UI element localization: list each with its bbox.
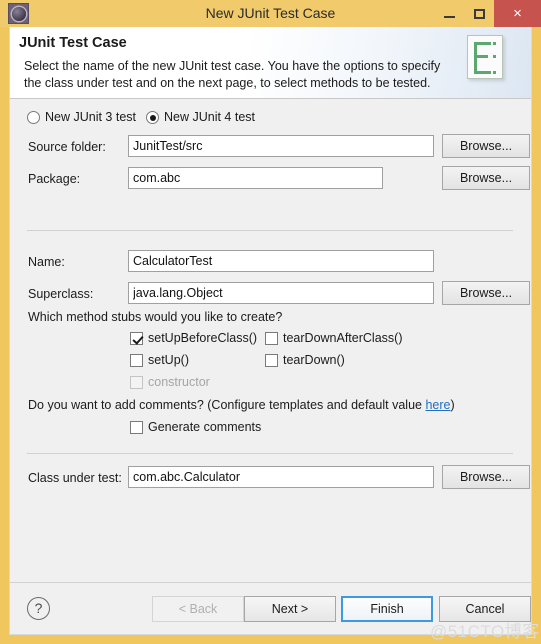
package-browse-button[interactable]: Browse... — [442, 166, 530, 190]
minimize-button[interactable] — [434, 0, 464, 27]
source-folder-browse-button[interactable]: Browse... — [442, 134, 530, 158]
radio-junit4-label: New JUnit 4 test — [164, 110, 256, 124]
source-folder-input[interactable] — [128, 135, 434, 157]
help-icon[interactable]: ? — [27, 597, 50, 620]
checkbox-teardown-label: tearDown() — [283, 353, 345, 367]
package-input[interactable] — [128, 167, 383, 189]
cancel-button[interactable]: Cancel — [439, 596, 531, 622]
dialog-window: New JUnit Test Case × JUnit Test Case Se… — [0, 0, 541, 644]
checkbox-generate-comments-label: Generate comments — [148, 420, 262, 434]
minimize-icon — [443, 15, 455, 18]
class-under-test-browse-button[interactable]: Browse... — [442, 465, 530, 489]
comments-prompt-tail: ) — [450, 398, 455, 412]
dialog-content: New JUnit 3 test New JUnit 4 test Source… — [10, 99, 531, 582]
class-under-test-input[interactable] — [128, 466, 434, 488]
next-button[interactable]: Next > — [244, 596, 336, 622]
comments-prompt: Do you want to add comments? (Configure … — [28, 398, 455, 412]
separator-bottom — [27, 453, 513, 454]
checkbox-setupbeforeclass-label: setUpBeforeClass() — [148, 331, 258, 345]
radio-junit3-indicator — [27, 111, 40, 124]
superclass-browse-button[interactable]: Browse... — [442, 281, 530, 305]
name-input[interactable] — [128, 250, 434, 272]
checkbox-generate-comments-box — [130, 421, 143, 434]
close-button[interactable]: × — [494, 0, 541, 27]
close-icon: × — [513, 5, 522, 22]
superclass-label: Superclass: — [28, 287, 94, 301]
title-bar: New JUnit Test Case × — [0, 0, 541, 27]
checkbox-constructor-box — [130, 376, 143, 389]
checkbox-teardownafterclass-label: tearDownAfterClass() — [283, 331, 403, 345]
method-stubs-prompt: Which method stubs would you like to cre… — [28, 310, 283, 324]
page-title: JUnit Test Case — [19, 35, 127, 51]
class-under-test-label: Class under test: — [28, 471, 122, 485]
checkbox-teardownafterclass-box — [265, 332, 278, 345]
radio-junit4-indicator — [146, 111, 159, 124]
separator-top — [27, 230, 513, 231]
dialog-body: JUnit Test Case Select the name of the n… — [9, 27, 532, 635]
back-button: < Back — [152, 596, 244, 622]
maximize-button[interactable] — [464, 0, 494, 27]
finish-button[interactable]: Finish — [341, 596, 433, 622]
radio-junit3-label: New JUnit 3 test — [45, 110, 137, 124]
comments-prompt-text: Do you want to add comments? (Configure … — [28, 398, 426, 412]
checkbox-setup-box — [130, 354, 143, 367]
checkbox-setupbeforeclass-box — [130, 332, 143, 345]
package-label: Package: — [28, 172, 81, 186]
configure-templates-link[interactable]: here — [425, 398, 450, 412]
checkbox-teardown-box — [265, 354, 278, 367]
superclass-input[interactable] — [128, 282, 434, 304]
name-label: Name: — [28, 255, 65, 269]
junit-document-icon — [467, 35, 503, 79]
maximize-icon — [473, 8, 485, 19]
wizard-banner: JUnit Test Case Select the name of the n… — [10, 27, 531, 99]
page-description: Select the name of the new JUnit test ca… — [24, 59, 441, 90]
source-folder-label: Source folder: — [28, 140, 106, 154]
dialog-button-bar: ? < Back Next > Finish Cancel — [10, 582, 531, 634]
checkbox-setup-label: setUp() — [148, 353, 189, 367]
checkbox-constructor-label: constructor — [148, 375, 210, 389]
